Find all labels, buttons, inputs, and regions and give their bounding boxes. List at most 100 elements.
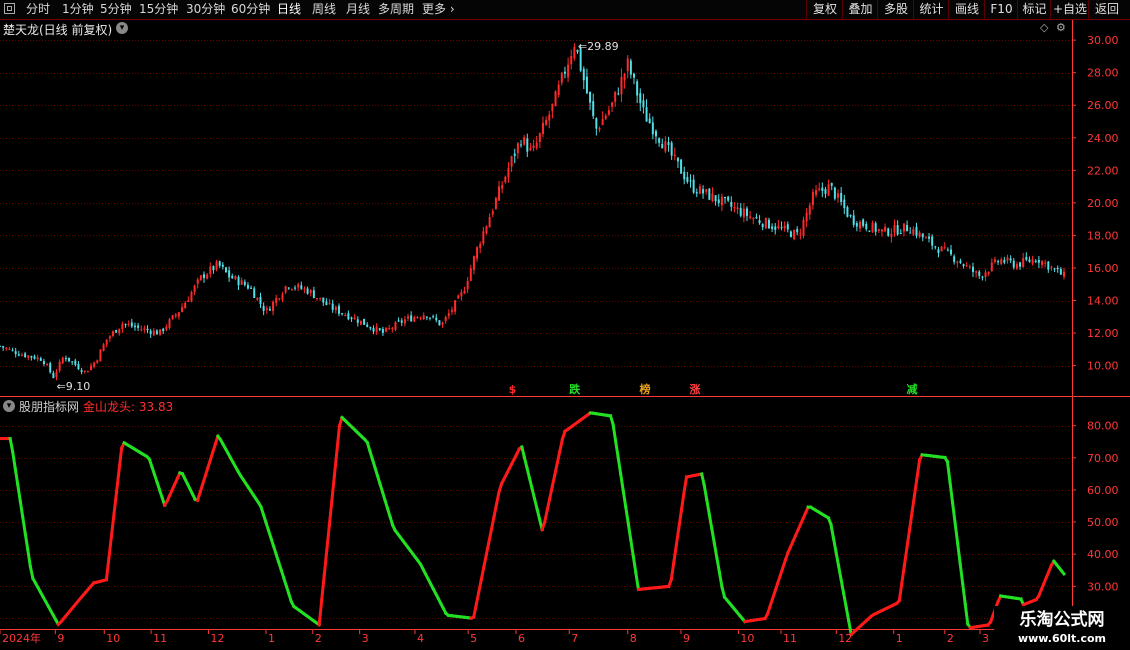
candle-body — [397, 320, 400, 322]
candle-body — [915, 226, 918, 236]
candle-body — [824, 189, 827, 194]
indicator-line-segment — [836, 563, 843, 582]
candle-body — [1059, 269, 1062, 275]
candle-body — [601, 119, 604, 126]
candle-body — [375, 326, 378, 333]
candle-body — [789, 231, 792, 238]
candle-body — [1050, 266, 1053, 268]
candle-body — [567, 64, 570, 78]
indicator-line-segment — [897, 581, 904, 603]
indicator-line-segment — [669, 560, 676, 582]
candle-body — [557, 84, 560, 95]
candle-body — [102, 344, 105, 351]
candle-body — [74, 360, 77, 365]
candle-body — [319, 297, 322, 299]
indicator-line-segment — [710, 527, 717, 546]
candle-body — [381, 329, 384, 333]
candle-body — [193, 285, 196, 293]
indicator-line-segment — [330, 474, 337, 503]
candle-body — [629, 60, 632, 75]
date-tick-label: 9 — [57, 632, 64, 645]
price-tick-label: 18.00 — [1087, 229, 1119, 242]
indicator-line-segment — [525, 465, 532, 480]
indicator-line-segment — [912, 475, 919, 497]
candle-body — [268, 308, 271, 311]
candle-body — [651, 122, 654, 135]
indicator-line-segment — [320, 573, 326, 602]
candle-body — [865, 223, 868, 229]
candle-body — [1006, 257, 1009, 261]
chart-canvas[interactable]: ⇐29.89⇐9.10 $ 跌榜涨减 10.0012.0014.0016.0018… — [0, 0, 1130, 650]
candle-body — [42, 361, 45, 365]
indicator-line-segment — [18, 499, 25, 520]
candle-body — [808, 205, 811, 215]
candle-body — [86, 370, 89, 373]
candle-body — [614, 91, 617, 102]
candle-body — [802, 219, 805, 236]
candle-body — [545, 119, 548, 125]
candle-body — [774, 226, 777, 230]
candle-body — [529, 148, 532, 151]
price-tick-label: 24.00 — [1087, 132, 1119, 145]
candle-body — [99, 349, 102, 362]
date-tick-label: 3 — [362, 632, 369, 645]
candle-body — [507, 167, 510, 178]
indicator-line-segment — [829, 522, 836, 540]
candle-body — [407, 316, 410, 319]
indicator-line-segment — [915, 458, 922, 480]
candle-body — [868, 230, 871, 232]
candle-body — [306, 288, 309, 294]
candle-body — [143, 328, 146, 330]
candle-body — [755, 217, 758, 219]
candle-body — [1028, 259, 1031, 262]
date-tick-label: 9 — [683, 632, 690, 645]
date-tick-label: 8 — [630, 632, 637, 645]
candle-body — [918, 232, 921, 237]
candle-body — [855, 223, 858, 227]
candle-body — [727, 196, 730, 201]
indicator-line-segment — [530, 486, 537, 501]
candle-body — [359, 320, 362, 325]
candle-body — [231, 275, 234, 279]
candle-body — [366, 324, 369, 327]
candle-body — [105, 339, 108, 345]
date-tick-label: 1 — [896, 632, 903, 645]
date-tick-label: 3 — [982, 632, 989, 645]
candle-body — [560, 72, 563, 83]
candle-body — [124, 324, 127, 326]
indicator-line-segment — [958, 561, 965, 586]
candle-body — [1019, 262, 1022, 267]
candle-body — [71, 361, 74, 363]
candle-body — [146, 328, 149, 331]
candle-body — [246, 284, 249, 289]
candle-body — [821, 187, 824, 191]
indicator-line-segment — [618, 472, 625, 493]
candle-body — [793, 229, 796, 240]
candle-body — [639, 93, 642, 104]
candle-body — [818, 188, 821, 190]
indicator-line-segment — [112, 490, 119, 516]
indicator-line-segment — [960, 581, 967, 606]
candle-body — [670, 142, 673, 156]
candle-body — [686, 177, 689, 182]
candle-body — [705, 189, 708, 192]
candle-body — [303, 288, 306, 290]
candle-body — [215, 261, 218, 270]
candle-body — [667, 142, 670, 145]
candle-body — [840, 192, 843, 203]
indicator-line-segment — [674, 525, 681, 547]
candle-body — [353, 317, 356, 320]
indicator-line-segment — [945, 460, 952, 484]
indicator-line-segment — [705, 498, 712, 517]
candle-body — [833, 187, 836, 199]
price-axis: 10.00 12.00 14.00 16.00 18.00 20.00 22.00 24.00… — [1072, 34, 1119, 373]
candle-body — [620, 76, 623, 95]
candle-body — [541, 122, 544, 134]
indicator-line-segment — [542, 508, 549, 524]
candle-body — [673, 154, 676, 157]
price-candles — [0, 43, 1065, 381]
candle-body — [237, 276, 240, 286]
candle-body — [714, 195, 717, 202]
indicator-line-segment — [479, 565, 486, 582]
candle-body — [551, 103, 554, 112]
